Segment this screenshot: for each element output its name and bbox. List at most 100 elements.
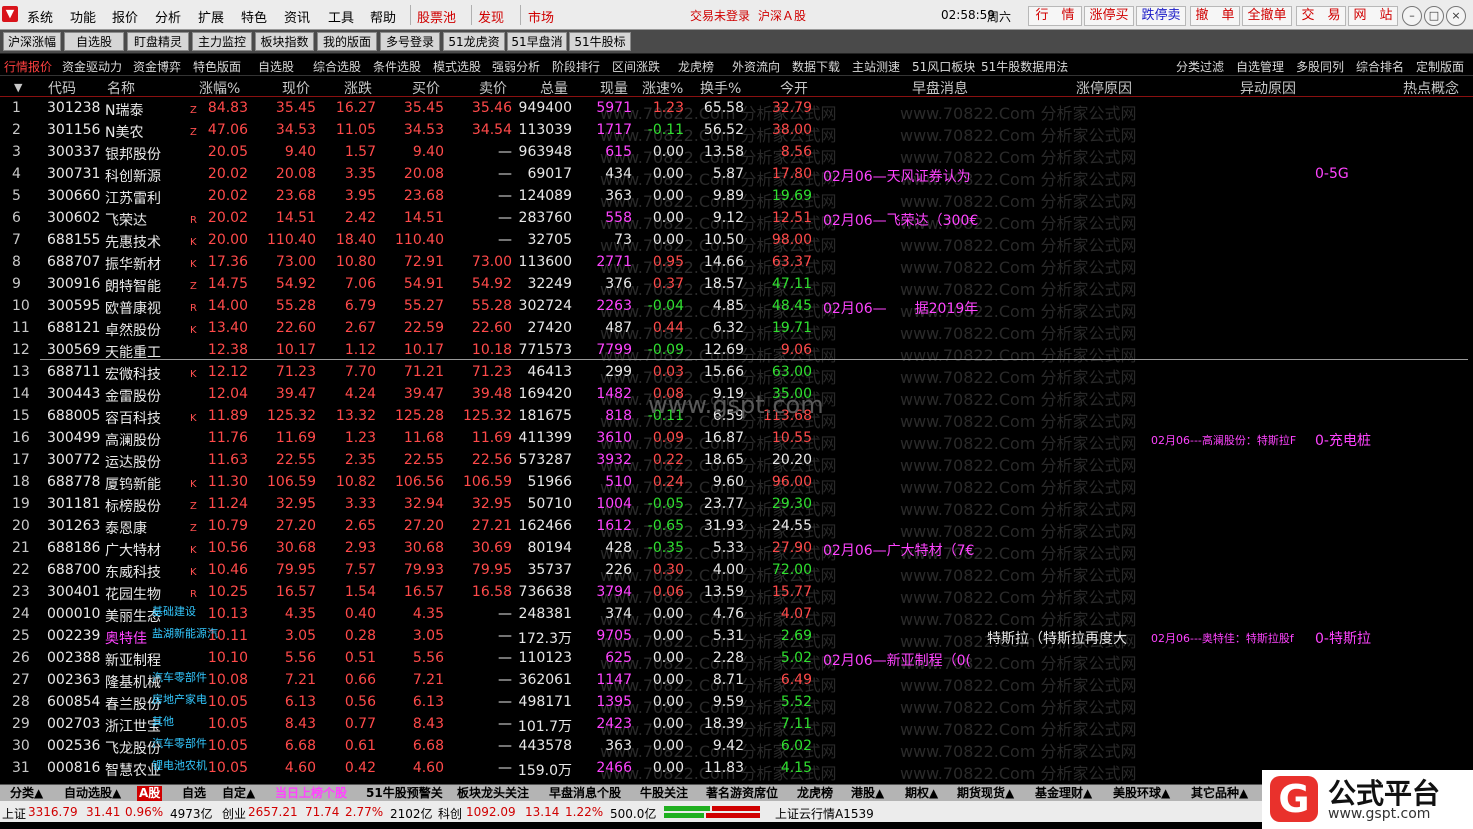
table-row[interactable]: 22 688700 东威科技 K 10.46 79.95 7.57 79.93 79.95 357… — [0, 559, 1473, 581]
menu-stock-pool[interactable]: 股票池 — [417, 7, 456, 26]
bottom-tab[interactable]: 基金理财▲ — [1035, 786, 1092, 801]
menu-help[interactable]: 帮助 — [370, 7, 396, 26]
bottom-tab[interactable]: 港股▲ — [851, 786, 884, 801]
app-logo-icon[interactable]: ▼ — [2, 6, 18, 22]
col-change-pct[interactable]: 涨幅% — [199, 78, 240, 98]
bottom-tab[interactable]: 牛股关注 — [640, 786, 688, 801]
menu-function[interactable]: 功能 — [70, 7, 96, 26]
restore-icon[interactable]: □ — [1424, 6, 1444, 26]
morning-news[interactable]: 02月06—新亚制程（0( — [823, 650, 971, 670]
subtab[interactable]: 定制版面 — [1416, 58, 1464, 75]
col-price[interactable]: 现价 — [282, 78, 310, 98]
toolbar-button[interactable]: 51早盘消息 — [507, 32, 567, 68]
subtab[interactable]: 特色版面 — [193, 58, 241, 75]
menu-feature[interactable]: 特色 — [241, 7, 267, 26]
col-speed[interactable]: 涨速% — [642, 78, 683, 98]
subtab[interactable]: 强弱分析 — [492, 58, 540, 75]
menu-quote[interactable]: 报价 — [112, 7, 138, 26]
table-row[interactable]: 30 002536 飞龙股份 10.05 6.68 0.61 6.68—443578 363 0… — [0, 735, 1473, 757]
anomaly-reason[interactable]: 02月06---高澜股份：特斯拉F — [1151, 432, 1296, 448]
cancel-all-button[interactable]: 全撤单 — [1242, 6, 1292, 26]
col-current-vol[interactable]: 现量 — [600, 78, 628, 98]
tab-quote-list[interactable]: 行情报价 — [4, 58, 52, 75]
bottom-tab[interactable]: 期权▲ — [905, 786, 938, 801]
col-volume[interactable]: 总量 — [540, 78, 568, 98]
toolbar-button[interactable]: 我的版面 — [317, 32, 377, 51]
table-row[interactable]: 19 301181 标榜股份 Z 11.24 32.95 3.33 32.94 32.95 507… — [0, 493, 1473, 515]
col-change[interactable]: 涨跌 — [344, 78, 372, 98]
subtab[interactable]: 自选管理 — [1236, 58, 1284, 75]
toolbar-button[interactable]: 主力监控 — [192, 32, 252, 51]
table-row[interactable]: 17 300772 运达股份 11.63 22.55 2.35 22.55 22.56 5732… — [0, 449, 1473, 471]
bottom-tab[interactable]: 期货现货▲ — [957, 786, 1014, 801]
bottom-tab[interactable]: 其它品种▲ — [1191, 786, 1248, 801]
table-row[interactable]: 18 688778 厦钨新能 K 11.30 106.59 10.82 106.56 106.5… — [0, 471, 1473, 493]
col-limit-up-reason[interactable]: 涨停原因 — [1076, 78, 1132, 98]
subtab[interactable]: 分类过滤 — [1176, 58, 1224, 75]
trade-button[interactable]: 交 易 — [1296, 6, 1346, 26]
table-row[interactable]: 11 688121 卓然股份 K 13.40 22.60 2.67 22.59 22.60 274… — [0, 317, 1473, 339]
subtab[interactable]: 资金驱动力 — [62, 58, 122, 75]
menu-tools[interactable]: 工具 — [328, 7, 354, 26]
subtab[interactable]: 数据下载 — [792, 58, 840, 75]
bottom-tab[interactable]: 自定▲ — [222, 786, 255, 801]
bottom-tab[interactable]: 美股环球▲ — [1113, 786, 1170, 801]
subtab[interactable]: 阶段排行 — [552, 58, 600, 75]
menu-discover[interactable]: 发现 — [478, 7, 504, 26]
table-row[interactable]: 5 300660 江苏雷利 20.02 23.68 3.95 23.68 — 124089 363… — [0, 185, 1473, 207]
menu-analysis[interactable]: 分析 — [155, 7, 181, 26]
table-row[interactable]: 29 002703 浙江世宝 10.05 8.43 0.77 8.43—101.7万 2423… — [0, 713, 1473, 735]
menu-news[interactable]: 资讯 — [284, 7, 310, 26]
anomaly-reason[interactable]: 02月06---奥特佳：特斯拉股f — [1151, 630, 1294, 646]
col-morning-news[interactable]: 早盘消息 — [912, 78, 968, 98]
col-ask[interactable]: 卖价 — [479, 78, 507, 98]
bottom-tab[interactable]: 当日上榜个股 — [275, 786, 347, 801]
table-row[interactable]: 8 688707 振华新材 K 17.36 73.00 10.80 72.91 73.00 113… — [0, 251, 1473, 273]
bottom-tab[interactable]: 分类▲ — [10, 786, 43, 801]
table-row[interactable]: 21 688186 广大特材 K 10.56 30.68 2.93 30.68 30.69 801… — [0, 537, 1473, 559]
subtab[interactable]: 多股同列 — [1296, 58, 1344, 75]
bottom-tab[interactable]: 自选 — [182, 786, 206, 801]
hot-concept[interactable]: 0-充电桩 — [1315, 430, 1371, 450]
menu-system[interactable]: 系统 — [27, 7, 53, 26]
sort-arrow-icon[interactable]: ▼ — [14, 81, 22, 94]
hot-concept[interactable]: 0-5G — [1315, 166, 1349, 182]
subtab[interactable]: 资金博弈 — [133, 58, 181, 75]
table-row[interactable]: 10 300595 欧普康视 R 14.00 55.28 6.79 55.27 55.28 302… — [0, 295, 1473, 317]
table-row[interactable]: 12 300569 天能重工 12.38 10.17 1.12 10.17 10.18 7715… — [0, 339, 1473, 361]
table-row[interactable]: 23 300401 花园生物 R 10.25 16.57 1.54 16.57 16.58 736… — [0, 581, 1473, 603]
table-row[interactable]: 26 002388 新亚制程 10.10 5.56 0.51 5.56 — 110123 625 0… — [0, 647, 1473, 669]
subtab[interactable]: 综合选股 — [313, 58, 361, 75]
col-code[interactable]: 代码 — [48, 78, 76, 98]
table-row[interactable]: 1 301238 N瑞泰 Z 84.83 35.45 16.27 35.45 35.46 9494… — [0, 97, 1473, 119]
col-anomaly-reason[interactable]: 异动原因 — [1240, 78, 1296, 98]
subtab[interactable]: 区间涨跌 — [612, 58, 660, 75]
table-row[interactable]: 16 300499 高澜股份 11.76 11.69 1.23 11.68 11.69 4113… — [0, 427, 1473, 449]
bottom-tab[interactable]: 龙虎榜 — [797, 786, 833, 801]
bottom-tab[interactable]: 板块龙头关注 — [457, 786, 529, 801]
table-row[interactable]: 2 301156 N美农 Z 47.06 34.53 11.05 34.53 34.54 1130… — [0, 119, 1473, 141]
limit-down-sell-button[interactable]: 跌停卖 — [1136, 6, 1186, 26]
subtab[interactable]: 模式选股 — [433, 58, 481, 75]
quote-button[interactable]: 行 情 — [1028, 6, 1082, 26]
limit-up-buy-button[interactable]: 涨停买 — [1084, 6, 1134, 26]
toolbar-button[interactable]: 51牛股标签 — [569, 32, 631, 68]
table-row[interactable]: 4 300731 科创新源 20.02 20.08 3.35 20.08 — 69017 434 0… — [0, 163, 1473, 185]
table-row[interactable]: 3 300337 银邦股份 20.05 9.40 1.57 9.40 — 963948 615 0.… — [0, 141, 1473, 163]
table-row[interactable]: 13 688711 宏微科技 K 12.12 71.23 7.70 71.21 71.23 464… — [0, 361, 1473, 383]
subtab[interactable]: 自选股 — [258, 58, 294, 75]
table-row[interactable]: 27 002363 隆基机械 10.08 7.21 0.66 7.21—362061 1147… — [0, 669, 1473, 691]
toolbar-button[interactable]: 自选股 — [64, 32, 124, 51]
bottom-tab[interactable]: 51牛股预警关 — [366, 786, 443, 801]
bottom-tab[interactable]: 自动选股▲ — [64, 786, 121, 801]
limit-up-reason[interactable]: 特斯拉（特斯拉再度大 — [987, 628, 1127, 648]
hot-concept[interactable]: 0-特斯拉 — [1315, 628, 1371, 648]
website-button[interactable]: 网 站 — [1348, 6, 1398, 26]
bottom-tab[interactable]: 早盘消息个股 — [549, 786, 621, 801]
subtab[interactable]: 51牛股数据用法 — [981, 58, 1068, 75]
cancel-order-button[interactable]: 撤 单 — [1190, 6, 1240, 26]
table-row[interactable]: 7 688155 先惠技术 K 20.00 110.40 18.40 110.40 — 32705… — [0, 229, 1473, 251]
subtab[interactable]: 主站测速 — [852, 58, 900, 75]
minimize-icon[interactable]: – — [1402, 6, 1422, 26]
subtab[interactable]: 龙虎榜 — [678, 58, 714, 75]
